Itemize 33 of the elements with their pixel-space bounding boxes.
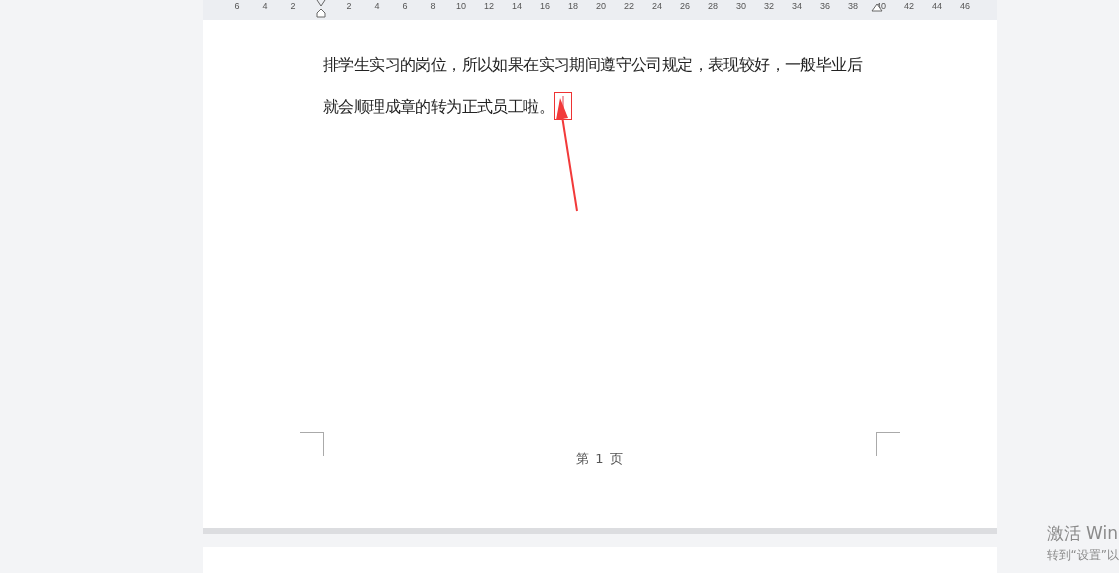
- ruler-number: 38: [847, 0, 859, 12]
- margin-corner-mark: [876, 432, 900, 456]
- ruler-number: 6: [401, 0, 409, 12]
- ruler-number: 2: [289, 0, 297, 12]
- ruler-number: 10: [455, 0, 467, 12]
- ruler-number: 14: [511, 0, 523, 12]
- paragraph-line: 就会顺理成章的转为正式员工啦。: [323, 97, 554, 116]
- ruler-number: 6: [233, 0, 241, 12]
- ruler-number: 32: [763, 0, 775, 12]
- page-number-label: 第 1 页: [576, 451, 624, 466]
- ruler-number: 34: [791, 0, 803, 12]
- ruler-number: 24: [651, 0, 663, 12]
- ruler-number: 2: [345, 0, 353, 12]
- activation-title: 激活 Win: [1046, 522, 1119, 545]
- indent-marker-icon[interactable]: [316, 0, 326, 18]
- ruler-number: 4: [261, 0, 269, 12]
- ruler-number: 16: [539, 0, 551, 12]
- ruler-number: 30: [735, 0, 747, 12]
- ruler-number: 36: [819, 0, 831, 12]
- ruler-number: 4: [373, 0, 381, 12]
- paragraph-line: 排学生实习的岗位，所以如果在实习期间遵守公司规定，表现较好，一般毕业后: [323, 55, 862, 74]
- ruler-number: 18: [567, 0, 579, 12]
- ruler-number: 22: [623, 0, 635, 12]
- activation-hint: 转到“设置”以: [1046, 547, 1119, 564]
- ruler-number: 20: [595, 0, 607, 12]
- ruler-number: 46: [959, 0, 971, 12]
- ruler-number: 12: [483, 0, 495, 12]
- ruler-number: 8: [429, 0, 437, 12]
- ruler-number: 44: [931, 0, 943, 12]
- ruler-number: 28: [707, 0, 719, 12]
- margin-corner-mark: [300, 432, 324, 456]
- ruler-number: 42: [903, 0, 915, 12]
- ruler-number: 26: [679, 0, 691, 12]
